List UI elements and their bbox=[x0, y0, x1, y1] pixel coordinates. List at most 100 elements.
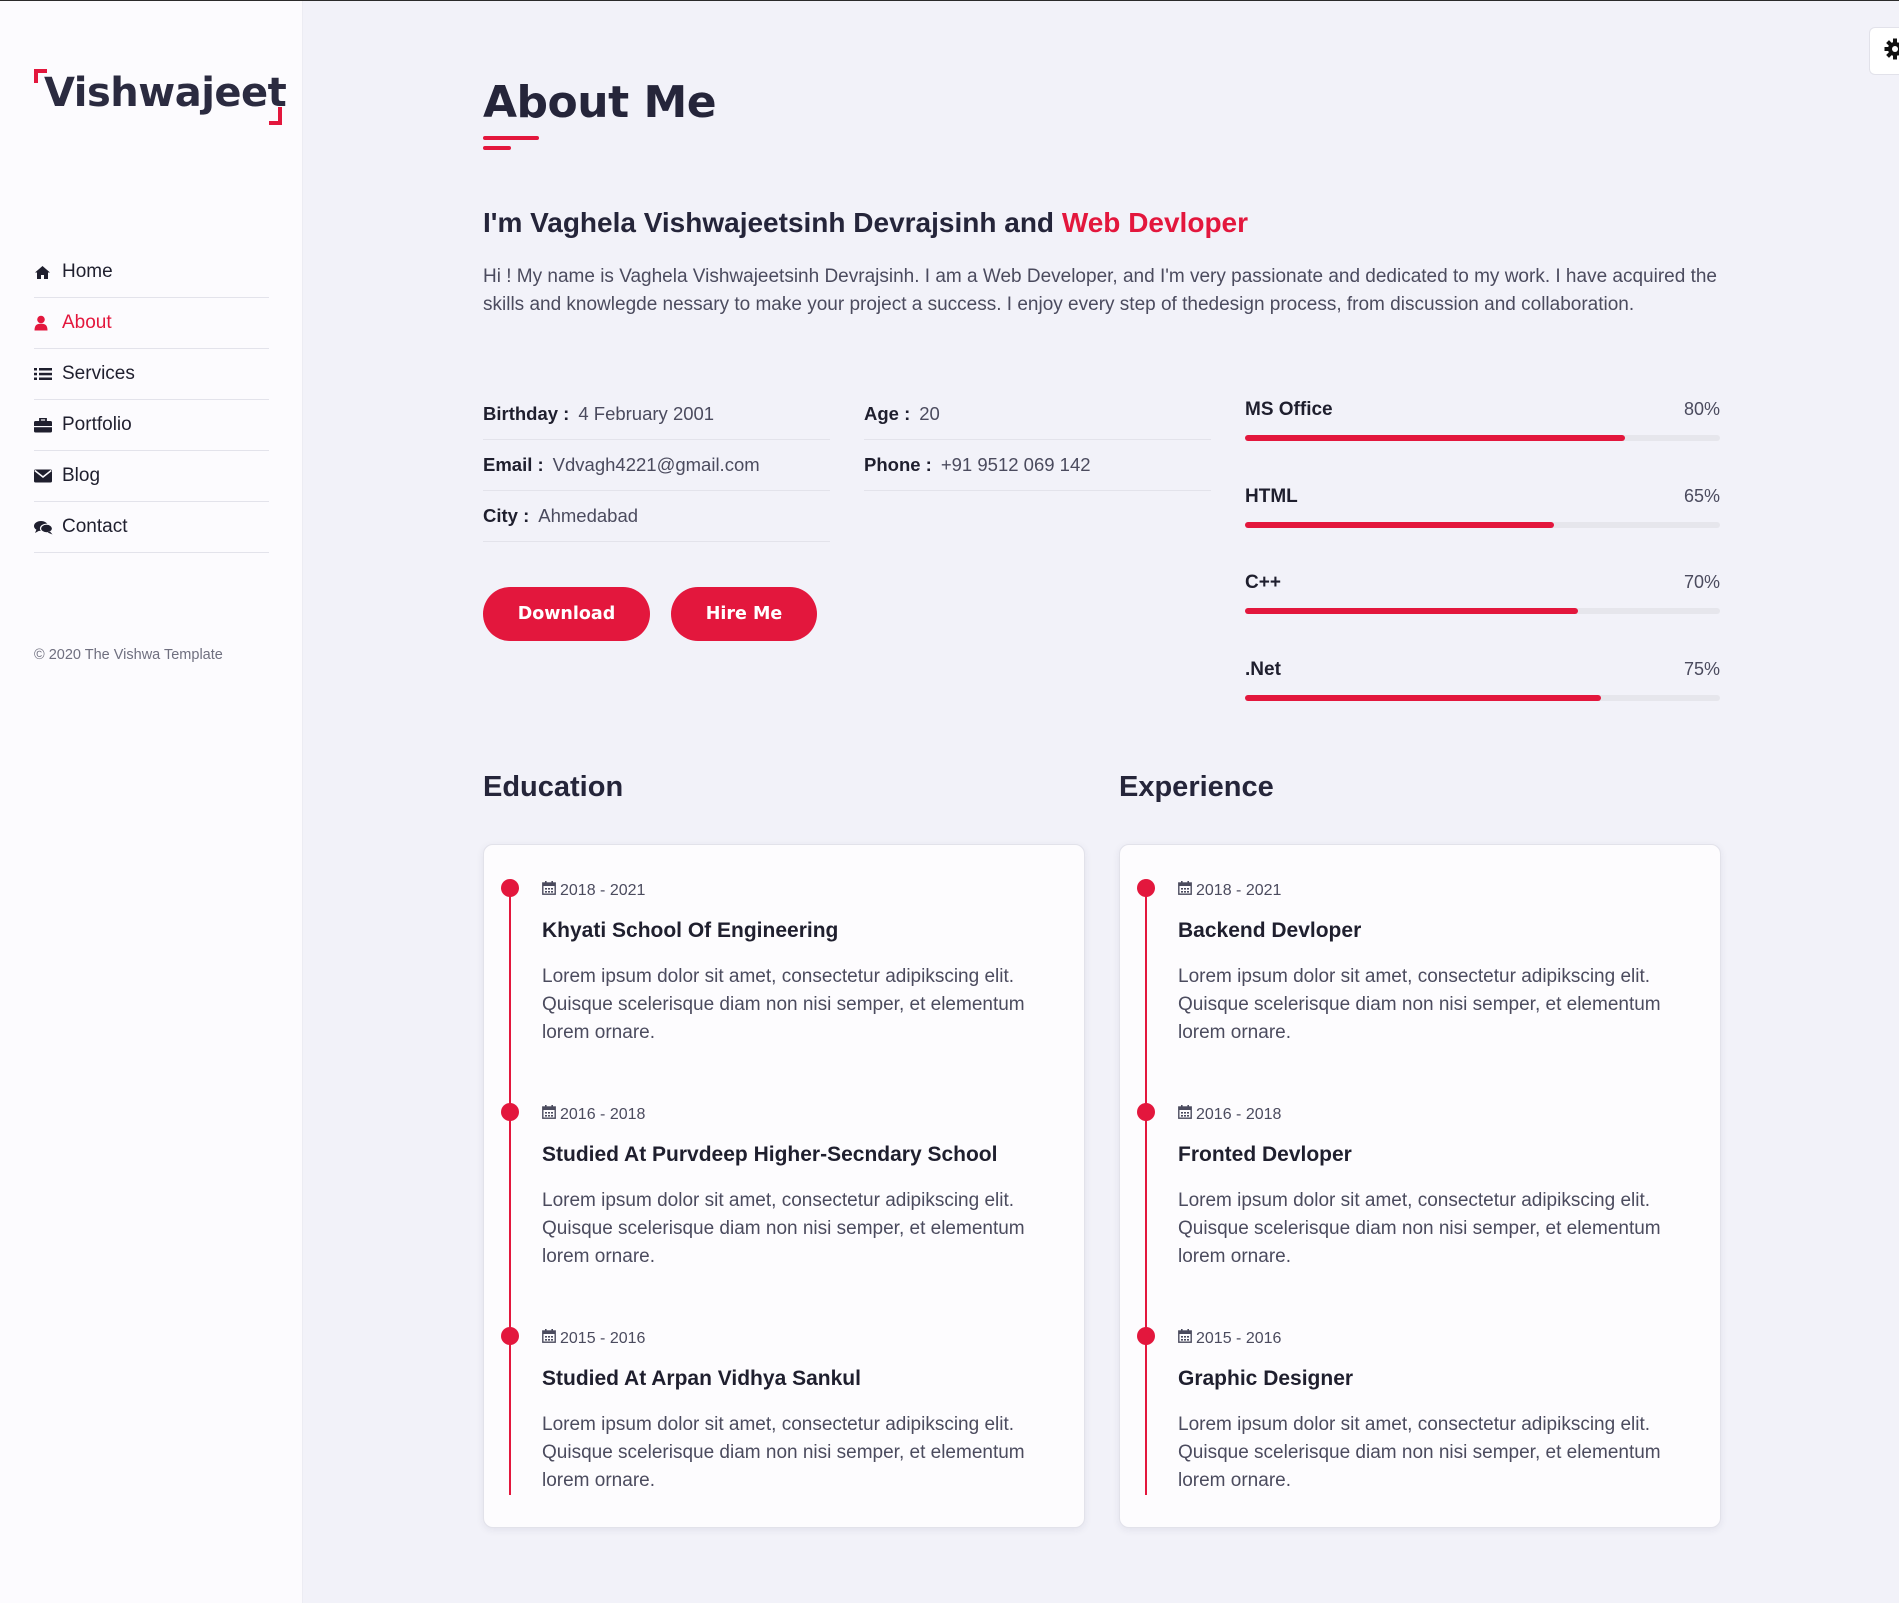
timeline-dot bbox=[1137, 1103, 1155, 1121]
timeline-description: Lorem ipsum dolor sit amet, consectetur … bbox=[542, 1190, 1025, 1267]
timeline-date: 2018 - 2021 bbox=[1178, 881, 1281, 900]
timeline-dot bbox=[1137, 879, 1155, 897]
info-age: Age : 20 bbox=[864, 389, 1211, 440]
skill-item: HTML 65% bbox=[1245, 486, 1720, 532]
skill-progress-track bbox=[1245, 608, 1720, 614]
info-value: Ahmedabad bbox=[538, 505, 639, 526]
timeline-description: Lorem ipsum dolor sit amet, consectetur … bbox=[542, 1414, 1025, 1491]
hire-me-button[interactable]: Hire Me bbox=[671, 587, 817, 641]
timeline-item: 2016 - 2018 Fronted Devloper Lorem ipsum… bbox=[1120, 1103, 1722, 1303]
skill-item: .Net 75% bbox=[1245, 659, 1720, 705]
timeline-title: Backend Devloper bbox=[1178, 919, 1362, 942]
calendar-icon bbox=[542, 881, 556, 900]
info-label: Phone : bbox=[864, 454, 932, 475]
experience-title: Experience bbox=[1119, 771, 1274, 803]
skill-percent: 80% bbox=[1683, 399, 1720, 419]
timeline-title: Fronted Devloper bbox=[1178, 1143, 1352, 1166]
sidebar-item-label: About bbox=[62, 312, 112, 333]
info-value[interactable]: Vdvagh4221@gmail.com bbox=[553, 454, 760, 476]
logo[interactable]: Vishwajeet bbox=[34, 69, 287, 127]
timeline-date: 2018 - 2021 bbox=[542, 881, 645, 900]
info-value: 20 bbox=[919, 403, 940, 424]
sidebar-item-label: Services bbox=[62, 363, 135, 384]
timeline-date-text: 2018 - 2021 bbox=[1196, 881, 1282, 899]
info-email: Email : Vdvagh4221@gmail.com bbox=[483, 440, 830, 491]
sidebar-item-blog[interactable]: Blog bbox=[34, 451, 269, 502]
copyright: © 2020 The Vishwa Template bbox=[34, 647, 223, 663]
timeline-title: Graphic Designer bbox=[1178, 1367, 1354, 1390]
skill-name: .Net bbox=[1245, 659, 1281, 680]
logo-bracket-bottom-right bbox=[269, 107, 282, 125]
info-label: Birthday : bbox=[483, 403, 570, 424]
timeline-item: 2018 - 2021 Backend Devloper Lorem ipsum… bbox=[1120, 879, 1722, 1079]
briefcase-icon bbox=[34, 417, 62, 433]
timeline-title: Studied At Arpan Vidhya Sankul bbox=[542, 1367, 861, 1390]
page-title: About Me bbox=[483, 77, 717, 128]
sidebar-item-portfolio[interactable]: Portfolio bbox=[34, 400, 269, 451]
timeline-dot bbox=[501, 879, 519, 897]
info-label: Email : bbox=[483, 454, 544, 475]
sidebar-item-home[interactable]: Home bbox=[34, 247, 269, 298]
intro-heading-role: Web Devloper bbox=[1061, 207, 1249, 238]
skill-progress-fill bbox=[1245, 608, 1578, 614]
skill-percent: 65% bbox=[1683, 486, 1720, 506]
list-icon bbox=[34, 367, 62, 381]
timeline-item: 2015 - 2016 Graphic Designer Lorem ipsum… bbox=[1120, 1327, 1722, 1527]
info-label: City : bbox=[483, 505, 530, 526]
info-city: City : Ahmedabad bbox=[483, 491, 830, 542]
title-underline bbox=[483, 136, 539, 140]
calendar-icon bbox=[542, 1329, 556, 1348]
sidebar-item-contact[interactable]: Contact bbox=[34, 502, 269, 553]
title-underline-short bbox=[483, 146, 511, 150]
education-card: 2018 - 2021 Khyati School Of Engineering… bbox=[483, 844, 1085, 1528]
skill-name: MS Office bbox=[1245, 399, 1333, 420]
home-icon bbox=[34, 265, 62, 280]
timeline-title: Studied At Purvdeep Higher-Secndary Scho… bbox=[542, 1143, 998, 1166]
timeline-item: 2016 - 2018 Studied At Purvdeep Higher-S… bbox=[484, 1103, 1086, 1303]
timeline-description: Lorem ipsum dolor sit amet, consectetur … bbox=[1178, 1190, 1661, 1267]
info-value[interactable]: +91 9512 069 142 bbox=[941, 454, 1091, 476]
experience-card: 2018 - 2021 Backend Devloper Lorem ipsum… bbox=[1119, 844, 1721, 1528]
skill-progress-fill bbox=[1245, 695, 1602, 701]
sidebar-item-services[interactable]: Services bbox=[34, 349, 269, 400]
calendar-icon bbox=[1178, 1105, 1192, 1124]
intro-heading: I'm Vaghela Vishwajeetsinh Devrajsinh an… bbox=[483, 207, 1248, 239]
timeline-date: 2016 - 2018 bbox=[542, 1105, 645, 1124]
user-icon bbox=[34, 315, 62, 331]
skill-name: C++ bbox=[1245, 572, 1281, 593]
download-button[interactable]: Download bbox=[483, 587, 650, 641]
timeline-title: Khyati School Of Engineering bbox=[542, 919, 839, 942]
timeline-item: 2015 - 2016 Studied At Arpan Vidhya Sank… bbox=[484, 1327, 1086, 1527]
settings-toggle-button[interactable] bbox=[1869, 27, 1899, 75]
education-title: Education bbox=[483, 771, 624, 803]
sidebar-item-about[interactable]: About bbox=[34, 298, 269, 349]
intro-heading-prefix: I'm Vaghela Vishwajeetsinh Devrajsinh an… bbox=[483, 207, 1062, 238]
timeline-date-text: 2015 - 2016 bbox=[1196, 1329, 1282, 1347]
timeline-date-text: 2016 - 2018 bbox=[1196, 1105, 1282, 1123]
intro-text: Hi ! My name is Vaghela Vishwajeetsinh D… bbox=[483, 266, 1717, 315]
skill-progress-fill bbox=[1245, 522, 1554, 528]
calendar-icon bbox=[1178, 1329, 1192, 1348]
skill-progress-fill bbox=[1245, 435, 1625, 441]
timeline-item: 2018 - 2021 Khyati School Of Engineering… bbox=[484, 879, 1086, 1079]
skill-percent: 70% bbox=[1683, 572, 1720, 592]
info-value: 4 February 2001 bbox=[578, 403, 715, 424]
info-label: Age : bbox=[864, 403, 911, 424]
envelope-icon bbox=[34, 469, 62, 483]
sidebar-item-label: Contact bbox=[62, 516, 128, 537]
timeline-dot bbox=[1137, 1327, 1155, 1345]
calendar-icon bbox=[542, 1105, 556, 1124]
skill-progress-track bbox=[1245, 695, 1720, 701]
sidebar-nav: Home About Services Portfolio Blog Conta… bbox=[34, 247, 269, 553]
timeline-date: 2015 - 2016 bbox=[542, 1329, 645, 1348]
sidebar-item-label: Blog bbox=[62, 465, 101, 486]
gear-icon bbox=[1884, 38, 1899, 65]
sidebar-item-label: Home bbox=[62, 261, 113, 282]
timeline-dot bbox=[501, 1103, 519, 1121]
timeline-description: Lorem ipsum dolor sit amet, consectetur … bbox=[542, 966, 1025, 1043]
info-birthday: Birthday : 4 February 2001 bbox=[483, 389, 830, 440]
skill-name: HTML bbox=[1245, 486, 1298, 507]
timeline-dot bbox=[501, 1327, 519, 1345]
info-phone: Phone : +91 9512 069 142 bbox=[864, 440, 1211, 491]
timeline-date-text: 2015 - 2016 bbox=[560, 1329, 646, 1347]
